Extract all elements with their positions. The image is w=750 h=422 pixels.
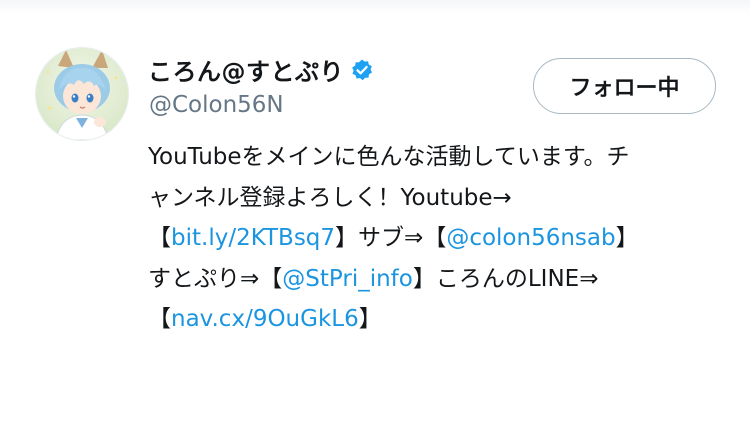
bio-link-bitly[interactable]: bit.ly/2KTBsq7 [171, 225, 335, 251]
bio-text: 】サブ⇒【 [335, 225, 447, 251]
bio-text: 】ころんのLINE⇒ [412, 265, 599, 292]
display-name[interactable]: ころん@すとぷり [148, 52, 344, 87]
bio-line: すとぷり⇒【@StPri_info】ころんのLINE⇒ [148, 259, 728, 300]
bio-mention-colon56nsab[interactable]: @colon56nsab [446, 225, 615, 251]
profile-header: ころん@すとぷり [148, 52, 374, 87]
bio-text: 】 [358, 306, 382, 332]
top-divider [0, 0, 750, 14]
bio-mention-stpri-info[interactable]: @StPri_info [282, 266, 413, 292]
bio-line: 【bit.ly/2KTBsq7】サブ⇒【@colon56nsab】 [148, 218, 728, 259]
user-handle: @Colon56N [149, 92, 284, 118]
bio-link-navcx[interactable]: nav.cx/9OuGkL6 [171, 306, 359, 332]
bio-text: 【 [148, 306, 171, 332]
bio-text: 【 [148, 225, 171, 251]
following-button[interactable]: フォロー中 [533, 58, 716, 114]
bio-line: 【nav.cx/9OuGkL6】 [148, 299, 728, 340]
verified-badge-icon [350, 58, 374, 82]
bio-line: YouTubeをメインに色んな活動しています。チ [148, 144, 630, 170]
avatar-image [36, 48, 128, 140]
bio-text: 】 [615, 225, 639, 251]
avatar[interactable] [35, 47, 129, 141]
bio-text: すとぷり⇒【 [148, 265, 283, 292]
bio-line: ャンネル登録よろしく！Youtube→ [148, 184, 512, 211]
profile-bio: YouTubeをメインに色んな活動しています。チ ャンネル登録よろしく！Yout… [148, 137, 728, 340]
